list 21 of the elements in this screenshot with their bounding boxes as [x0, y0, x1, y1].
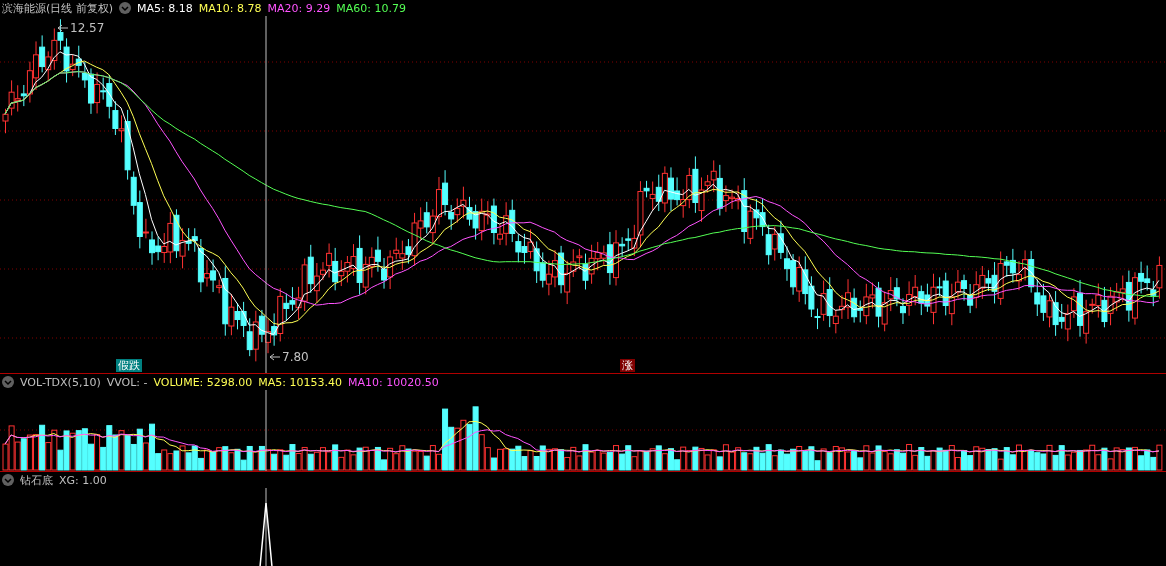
indicator-title: 钻石底 [20, 472, 53, 488]
low-price-label: 7.80 [282, 350, 309, 364]
dropdown-icon[interactable] [2, 474, 14, 486]
dropdown-icon[interactable] [2, 376, 14, 388]
indicator-title: VOL-TDX(5,10) [20, 375, 101, 389]
chart-title: 滨海能源(日线 前复权) [2, 0, 114, 16]
dropdown-icon[interactable] [119, 2, 132, 14]
signal-marker: 假跌 [116, 359, 142, 372]
indicator-value: MA10: 10020.50 [348, 375, 439, 389]
pointer-arrow-icon [57, 24, 69, 32]
indicator-value: VVOL: - [106, 375, 148, 389]
indicator-value: MA5: 8.18 [137, 1, 193, 15]
indicator-value: MA20: 9.29 [267, 1, 331, 15]
indicator-value: VOLUME: 5298.00 [153, 375, 253, 389]
indicator-value: XG: 1.00 [59, 473, 107, 487]
pointer-arrow-icon [269, 353, 281, 361]
indicator-value: MA10: 8.78 [198, 1, 262, 15]
indicator-value: MA5: 10153.40 [258, 375, 342, 389]
signal-marker: 涨 [620, 359, 635, 372]
indicator-value: MA60: 10.79 [336, 1, 406, 15]
high-price-label: 12.57 [70, 21, 105, 35]
